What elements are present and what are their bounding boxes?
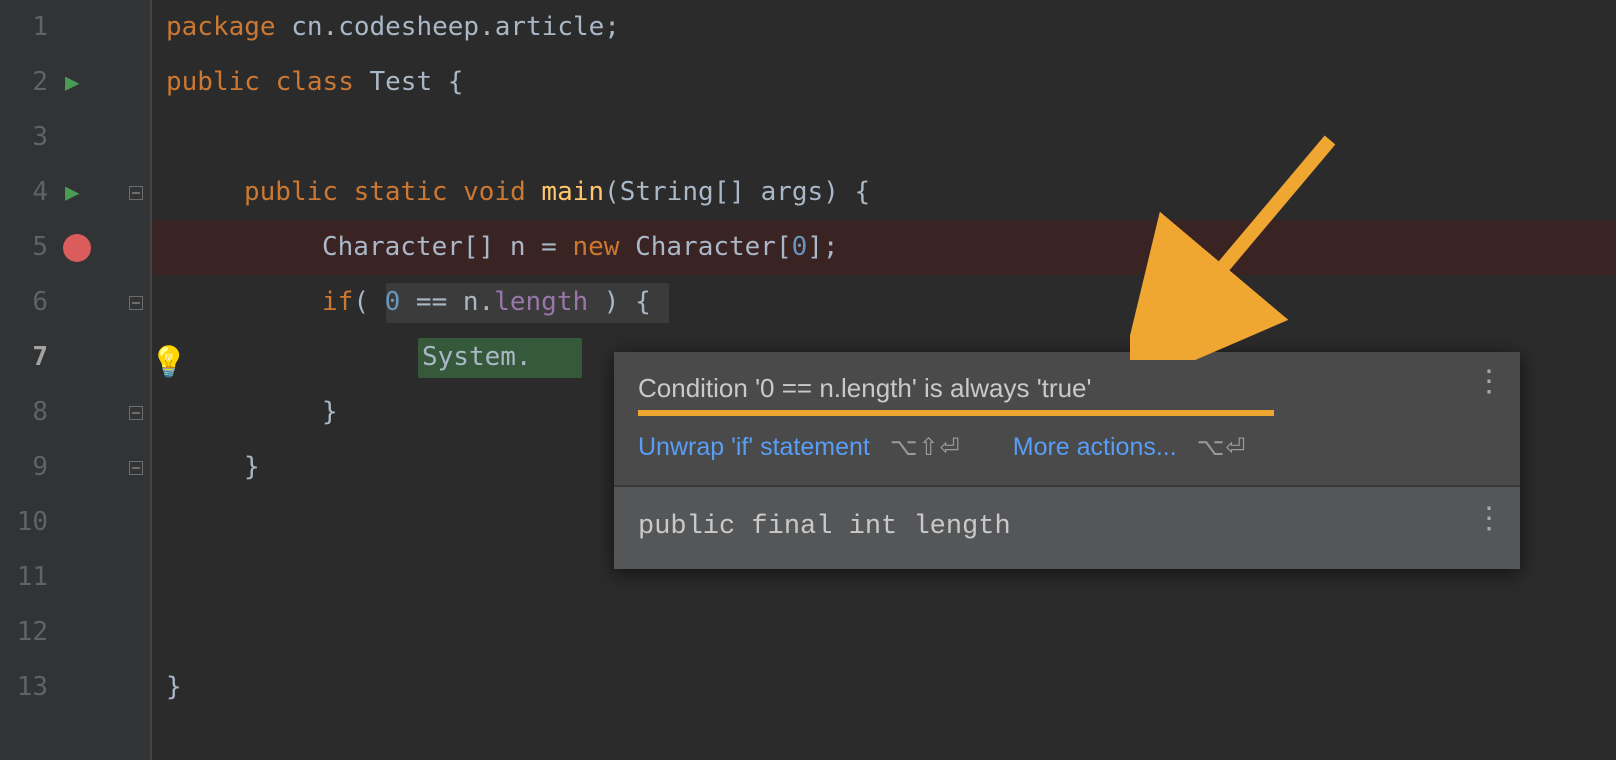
text: ]; bbox=[807, 232, 838, 262]
line-number[interactable]: 13 bbox=[0, 660, 48, 715]
text: Character[ bbox=[619, 232, 791, 262]
quick-doc: public final int length ⋮ bbox=[614, 485, 1520, 569]
fold-toggle-icon[interactable] bbox=[128, 165, 144, 220]
run-gutter-icon[interactable]: ▶ bbox=[65, 55, 79, 110]
code-editor[interactable]: 1 2 3 4 5 6 7 8 9 10 11 12 13 ▶ ▶ 💡 pack… bbox=[0, 0, 1616, 760]
line-number[interactable]: 2 bbox=[0, 55, 48, 110]
code-area[interactable]: package cn.codesheep.article; public cla… bbox=[166, 0, 229, 760]
code-line[interactable]: Character[] n = new Character[0]; bbox=[322, 220, 839, 275]
more-actions-link[interactable]: More actions... bbox=[1013, 430, 1177, 465]
class-name: Test bbox=[354, 67, 448, 97]
line-number[interactable]: 4 bbox=[0, 165, 48, 220]
line-number[interactable]: 1 bbox=[0, 0, 48, 55]
quick-doc-text: public final int length bbox=[638, 512, 1011, 542]
line-number[interactable]: 8 bbox=[0, 385, 48, 440]
keyword: if bbox=[322, 287, 353, 317]
text: ( bbox=[353, 287, 384, 317]
shortcut-hint: ⌥⏎ bbox=[1197, 431, 1247, 465]
code-line[interactable]: package cn.codesheep.article; bbox=[166, 0, 620, 55]
keyword: class bbox=[260, 67, 354, 97]
keyword: public bbox=[166, 67, 260, 97]
code-line[interactable]: if( 0 == n.length ) { bbox=[322, 275, 651, 330]
number: 0 bbox=[792, 232, 808, 262]
line-number[interactable]: 6 bbox=[0, 275, 48, 330]
inspection-tooltip[interactable]: ⋮ Condition '0 == n.length' is always 't… bbox=[614, 352, 1520, 569]
brace: { bbox=[448, 67, 464, 97]
keyword: package bbox=[166, 12, 276, 42]
keyword: new bbox=[572, 232, 619, 262]
fold-toggle-icon[interactable] bbox=[128, 385, 144, 440]
line-number[interactable]: 5 bbox=[0, 220, 48, 275]
code-line[interactable]: } bbox=[166, 660, 182, 715]
keyword: public static void bbox=[244, 177, 541, 207]
code-line[interactable]: public class Test { bbox=[166, 55, 463, 110]
line-number[interactable]: 10 bbox=[0, 495, 48, 550]
brace: } bbox=[322, 397, 338, 427]
annotation-underline bbox=[638, 410, 1274, 416]
text: Character[] n = bbox=[322, 232, 572, 262]
text: == n. bbox=[400, 287, 494, 317]
code-line[interactable]: public static void main(String[] args) { bbox=[244, 165, 870, 220]
number: 0 bbox=[385, 287, 401, 317]
quickfix-row: Unwrap 'if' statement ⌥⇧⏎ More actions..… bbox=[638, 430, 1496, 465]
run-gutter-icon[interactable]: ▶ bbox=[65, 165, 79, 220]
text: System. bbox=[422, 342, 532, 372]
shortcut-hint: ⌥⇧⏎ bbox=[890, 431, 961, 465]
tooltip-main: Condition '0 == n.length' is always 'tru… bbox=[614, 352, 1520, 485]
text: cn.codesheep.article; bbox=[276, 12, 620, 42]
code-line[interactable]: System. bbox=[422, 330, 532, 385]
code-line[interactable]: } bbox=[322, 385, 338, 440]
breakpoint-icon[interactable] bbox=[63, 234, 91, 262]
line-number[interactable]: 11 bbox=[0, 550, 48, 605]
more-menu-icon[interactable]: ⋮ bbox=[1474, 372, 1502, 392]
unwrap-if-link[interactable]: Unwrap 'if' statement bbox=[638, 430, 870, 465]
code-line[interactable]: } bbox=[244, 440, 260, 495]
inspection-message: Condition '0 == n.length' is always 'tru… bbox=[638, 370, 1496, 406]
fold-toggle-icon[interactable] bbox=[128, 440, 144, 495]
brace: } bbox=[244, 452, 260, 482]
line-number[interactable]: 7 bbox=[0, 330, 48, 385]
field: length bbox=[494, 287, 588, 317]
text: (String[] args) { bbox=[604, 177, 870, 207]
brace: } bbox=[166, 672, 182, 702]
line-number[interactable]: 12 bbox=[0, 605, 48, 660]
more-menu-icon[interactable]: ⋮ bbox=[1474, 511, 1502, 531]
line-number[interactable]: 9 bbox=[0, 440, 48, 495]
text: ) { bbox=[588, 287, 651, 317]
line-number[interactable]: 3 bbox=[0, 110, 48, 165]
fold-toggle-icon[interactable] bbox=[128, 275, 144, 330]
method-name: main bbox=[541, 177, 604, 207]
